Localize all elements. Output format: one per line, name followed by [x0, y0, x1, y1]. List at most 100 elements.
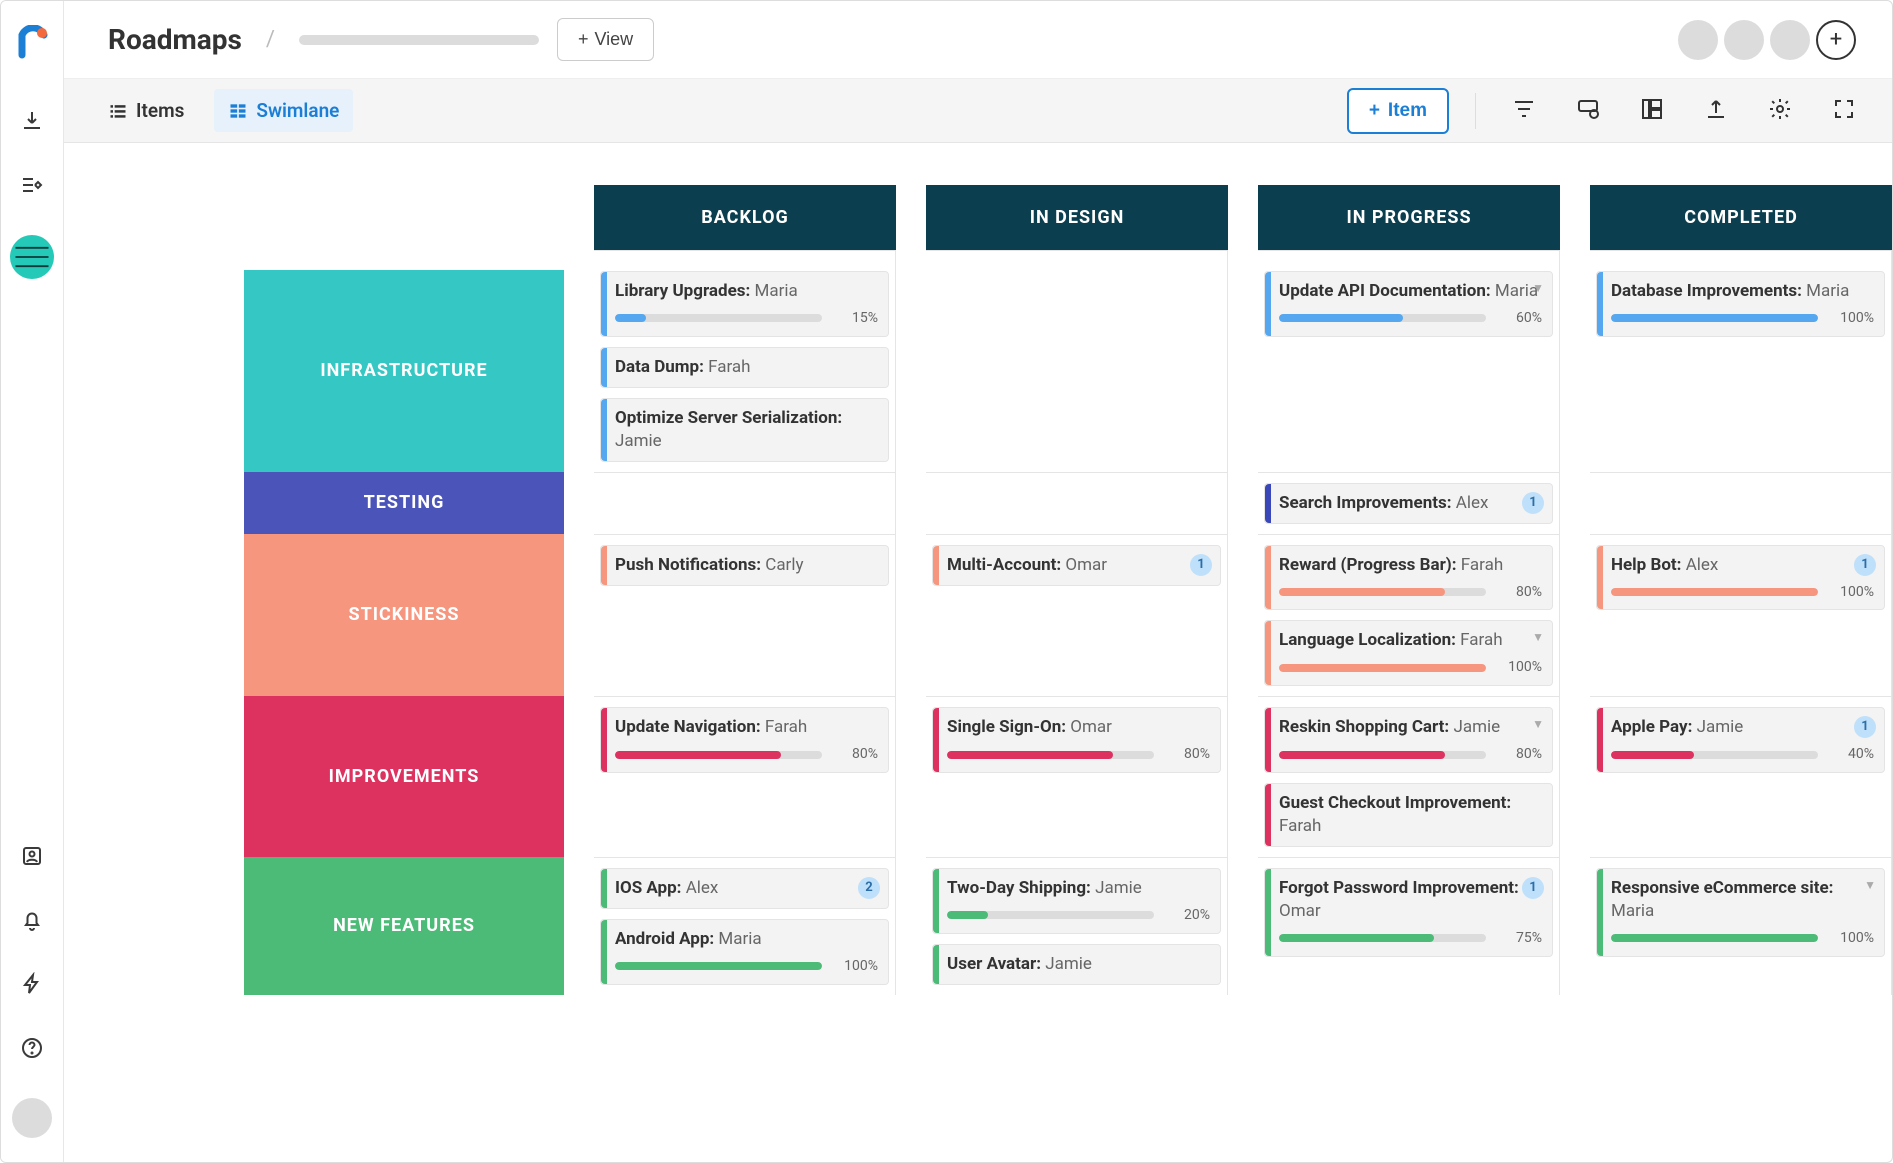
gear-icon[interactable]	[1768, 97, 1792, 125]
swimlane-cell[interactable]	[926, 472, 1228, 534]
card-owner: Maria	[718, 929, 761, 949]
filter-icon[interactable]	[1512, 97, 1536, 125]
card-owner: Farah	[1461, 555, 1503, 575]
card[interactable]: Library Upgrades: Maria15%	[600, 271, 889, 337]
lane-label[interactable]: IMPROVEMENTS	[244, 696, 564, 857]
chevron-down-icon[interactable]: ▼	[1532, 716, 1544, 732]
avatar[interactable]	[1770, 20, 1810, 60]
card[interactable]: Reskin Shopping Cart: Jamie▼80%	[1264, 707, 1553, 773]
add-view-label: View	[594, 29, 633, 50]
add-collaborator-button[interactable]: +	[1816, 20, 1856, 60]
progress-bar: 15%	[615, 309, 878, 328]
card[interactable]: Data Dump: Farah	[600, 347, 889, 388]
bell-icon[interactable]	[18, 906, 46, 934]
tab-swimlane[interactable]: Swimlane	[214, 89, 353, 132]
swimlane-cell[interactable]: Library Upgrades: Maria15% Data Dump: Far…	[594, 250, 896, 472]
progress-bar: 100%	[1611, 309, 1874, 328]
card[interactable]: Apple Pay: Jamie140%	[1596, 707, 1885, 773]
card[interactable]: Language Localization: Farah▼100%	[1264, 620, 1553, 686]
help-icon[interactable]	[18, 1034, 46, 1062]
chevron-down-icon[interactable]: ▼	[1532, 629, 1544, 645]
avatar[interactable]	[1724, 20, 1764, 60]
progress-percent: 100%	[1828, 929, 1874, 948]
swimlane-cell[interactable]: IOS App: Alex2 Android App: Maria100%	[594, 857, 896, 995]
card-stripe	[933, 708, 939, 772]
column-header: IN DESIGN	[926, 185, 1228, 250]
contact-icon[interactable]	[18, 842, 46, 870]
swimlane-cell[interactable]: Forgot Password Improvement: Omar175%	[1258, 857, 1560, 995]
card-title: Reskin Shopping Cart:	[1279, 717, 1453, 737]
card-owner: Maria	[1806, 281, 1849, 301]
card-title: Push Notifications:	[615, 555, 765, 575]
bolt-icon[interactable]	[18, 970, 46, 998]
progress-bar: 100%	[1279, 658, 1542, 677]
chevron-down-icon[interactable]: ▼	[1864, 877, 1876, 893]
swimlane-cell[interactable]: Responsive eCommerce site: Maria▼100%	[1590, 857, 1892, 995]
card[interactable]: Update API Documentation: Maria▼60%	[1264, 271, 1553, 337]
swimlane-cell[interactable]: Apple Pay: Jamie140%	[1590, 696, 1892, 857]
tab-items[interactable]: Items	[94, 89, 198, 132]
card-owner: Omar	[1070, 717, 1112, 737]
card[interactable]: Update Navigation: Farah80%	[600, 707, 889, 773]
swimlane-cell[interactable]: Reskin Shopping Cart: Jamie▼80% Guest Che…	[1258, 696, 1560, 857]
card[interactable]: Multi-Account: Omar1	[932, 545, 1221, 586]
swimlane-cell[interactable]: Update Navigation: Farah80%	[594, 696, 896, 857]
card[interactable]: Forgot Password Improvement: Omar175%	[1264, 868, 1553, 957]
swimlane-cell[interactable]	[594, 472, 896, 534]
card[interactable]: Guest Checkout Improvement: Farah	[1264, 783, 1553, 847]
card[interactable]: Single Sign-On: Omar80%	[932, 707, 1221, 773]
swimlane-cell[interactable]	[1590, 472, 1892, 534]
card[interactable]: Responsive eCommerce site: Maria▼100%	[1596, 868, 1885, 957]
card[interactable]: IOS App: Alex2	[600, 868, 889, 909]
export-icon[interactable]	[1704, 97, 1728, 125]
card-title: Single Sign-On:	[947, 717, 1070, 737]
card[interactable]: Optimize Server Serialization: Jamie	[600, 398, 889, 462]
card[interactable]: Push Notifications: Carly	[600, 545, 889, 586]
progress-bar: 80%	[1279, 583, 1542, 602]
swimlane-cell[interactable]: Multi-Account: Omar1	[926, 534, 1228, 697]
card[interactable]: User Avatar: Jamie	[932, 944, 1221, 985]
card[interactable]: Database Improvements: Maria100%	[1596, 271, 1885, 337]
card[interactable]: Android App: Maria100%	[600, 919, 889, 985]
swimlane-cell[interactable]: Push Notifications: Carly	[594, 534, 896, 697]
lane-label[interactable]: STICKINESS	[244, 534, 564, 697]
swimlane-cell[interactable]: Reward (Progress Bar): Farah80%Language …	[1258, 534, 1560, 697]
swimlane-cell[interactable]: Two-Day Shipping: Jamie20% User Avatar: J…	[926, 857, 1228, 995]
progress-percent: 60%	[1496, 309, 1542, 328]
swimlane-cell[interactable]: Update API Documentation: Maria▼60%	[1258, 250, 1560, 472]
progress-bar: 40%	[1611, 745, 1874, 764]
chevron-down-icon[interactable]: ▼	[1532, 280, 1544, 296]
layout-icon[interactable]	[1640, 97, 1664, 125]
card-stripe	[1265, 784, 1271, 846]
card-owner: Jamie	[1697, 717, 1744, 737]
swimlane-cell[interactable]: Search Improvements: Alex1	[1258, 472, 1560, 534]
link-settings-icon[interactable]	[1576, 97, 1600, 125]
lane-label[interactable]: NEW FEATURES	[244, 857, 564, 995]
swimlane-cell[interactable]: Database Improvements: Maria100%	[1590, 250, 1892, 472]
swimlane-nav-icon[interactable]	[10, 235, 54, 279]
card-title: Data Dump:	[615, 357, 708, 377]
card[interactable]: Reward (Progress Bar): Farah80%	[1264, 545, 1553, 611]
progress-bar: 100%	[1611, 583, 1874, 602]
avatar[interactable]	[1678, 20, 1718, 60]
lane-label[interactable]: INFRASTRUCTURE	[244, 270, 564, 472]
swimlane-cell[interactable]	[926, 250, 1228, 472]
card-stripe	[1597, 272, 1603, 336]
swimlane-cell[interactable]: Help Bot: Alex1100%	[1590, 534, 1892, 697]
card[interactable]: Help Bot: Alex1100%	[1596, 545, 1885, 611]
card[interactable]: Two-Day Shipping: Jamie20%	[932, 868, 1221, 934]
import-icon[interactable]	[18, 107, 46, 135]
add-item-button[interactable]: + Item	[1347, 88, 1449, 134]
breadcrumb-separator: /	[260, 27, 281, 52]
user-avatar[interactable]	[12, 1098, 52, 1138]
add-view-button[interactable]: + View	[557, 18, 654, 61]
fullscreen-icon[interactable]	[1832, 97, 1856, 125]
card[interactable]: Search Improvements: Alex1	[1264, 483, 1553, 524]
lane-label[interactable]: TESTING	[244, 472, 564, 534]
column-header: IN PROGRESS	[1258, 185, 1560, 250]
swimlane-cell[interactable]: Single Sign-On: Omar80%	[926, 696, 1228, 857]
card-stripe	[1597, 546, 1603, 610]
roadmap-name-placeholder[interactable]	[299, 35, 539, 45]
card-stripe	[1265, 484, 1271, 523]
list-check-icon[interactable]	[18, 171, 46, 199]
